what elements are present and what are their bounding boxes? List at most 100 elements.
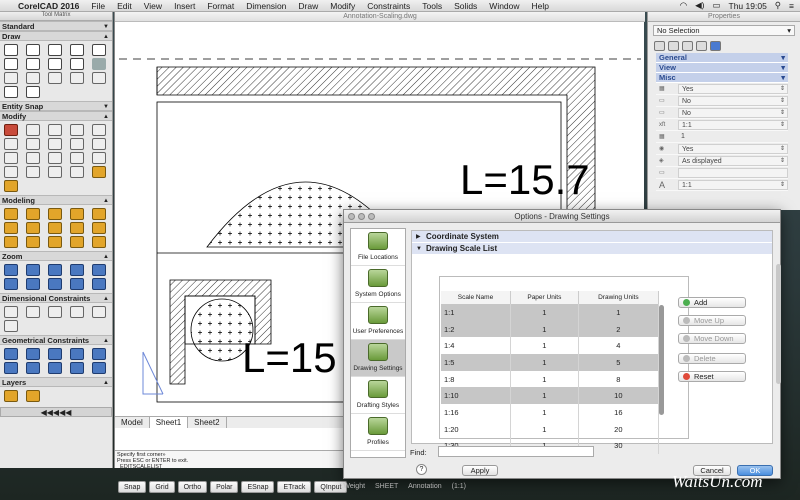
zoom-window-icon[interactable] bbox=[48, 264, 62, 276]
table-tool-icon[interactable] bbox=[70, 72, 84, 84]
annotation-scale[interactable]: (1:1) bbox=[452, 483, 466, 490]
zoom-center-icon[interactable] bbox=[48, 278, 62, 290]
linear-constraint-icon[interactable] bbox=[4, 306, 18, 318]
section-drawing-scale-list[interactable]: ▼ Drawing Scale List bbox=[412, 243, 772, 255]
region-tool-icon[interactable] bbox=[4, 86, 18, 98]
text-tool-icon[interactable] bbox=[4, 72, 18, 84]
selection-dropdown[interactable]: No Selection bbox=[653, 25, 795, 36]
lengthen-icon[interactable] bbox=[92, 138, 106, 150]
section-dimensional-constraints[interactable]: Dimensional Constraints ▲ bbox=[0, 293, 112, 303]
menu-help[interactable]: Help bbox=[526, 1, 555, 11]
category-file-locations[interactable]: File Locations bbox=[351, 229, 405, 266]
help-button[interactable]: ? bbox=[416, 464, 427, 475]
app-menu[interactable]: CorelCAD 2016 bbox=[12, 1, 85, 11]
symmetric-icon[interactable] bbox=[92, 362, 106, 374]
snap-toggle[interactable]: Snap bbox=[118, 481, 147, 493]
apply-button[interactable]: Apply bbox=[462, 465, 498, 476]
tab-model[interactable]: Model bbox=[115, 417, 150, 428]
property-value[interactable] bbox=[678, 167, 788, 178]
arc-tool-icon[interactable] bbox=[92, 44, 106, 56]
table-row[interactable]: 1:16 1 16 bbox=[441, 404, 660, 421]
collinear-icon[interactable] bbox=[26, 348, 40, 360]
parallel-icon[interactable] bbox=[92, 348, 106, 360]
property-value[interactable]: 1:1 bbox=[678, 179, 788, 190]
filter-icon[interactable] bbox=[696, 41, 707, 51]
cylinder-icon[interactable] bbox=[48, 208, 62, 220]
group-view[interactable]: View bbox=[656, 63, 788, 73]
menu-dimension[interactable]: Dimension bbox=[240, 1, 292, 11]
category-drafting-styles[interactable]: Drafting Styles bbox=[351, 377, 405, 414]
spline-tool-icon[interactable] bbox=[48, 58, 62, 70]
layers-icon[interactable] bbox=[4, 390, 18, 402]
torus-icon[interactable] bbox=[92, 208, 106, 220]
fillet-icon[interactable] bbox=[4, 166, 18, 178]
select-entities-icon[interactable] bbox=[654, 41, 665, 51]
menu-constraints[interactable]: Constraints bbox=[361, 1, 416, 11]
property-value[interactable]: 1:1 bbox=[678, 119, 788, 130]
mtext-tool-icon[interactable] bbox=[26, 72, 40, 84]
union-icon[interactable] bbox=[4, 236, 18, 248]
mirror-icon[interactable] bbox=[48, 124, 62, 136]
category-user-preferences[interactable]: User Preferences bbox=[351, 303, 405, 340]
esnap-toggle[interactable]: ESnap bbox=[241, 481, 275, 493]
wifi-icon[interactable]: ◠ bbox=[680, 0, 687, 11]
zoom-dynamic-icon[interactable] bbox=[92, 278, 106, 290]
category-profiles[interactable]: Profiles bbox=[351, 414, 405, 451]
polyline-tool-icon[interactable] bbox=[26, 58, 40, 70]
table-row[interactable]: 1:5 1 5 bbox=[441, 354, 660, 371]
property-value[interactable]: Yes bbox=[678, 83, 788, 94]
sheet-toggle[interactable]: SHEET bbox=[375, 483, 398, 490]
toggle-pickadd-icon[interactable] bbox=[682, 41, 693, 51]
extend-icon[interactable] bbox=[26, 152, 40, 164]
revolve-icon[interactable] bbox=[70, 222, 84, 234]
section-draw[interactable]: Draw ▲ bbox=[0, 31, 112, 41]
property-value[interactable]: As displayed bbox=[678, 155, 788, 166]
annotation-toggle[interactable]: Annotation bbox=[408, 483, 441, 490]
more-tools-button[interactable]: ◀◀◀◀◀ bbox=[0, 407, 112, 417]
find-input[interactable] bbox=[438, 446, 594, 457]
move-down-button[interactable]: Move Down bbox=[678, 333, 746, 344]
aligned-constraint-icon[interactable] bbox=[70, 306, 84, 318]
zoom-object-icon[interactable] bbox=[70, 278, 84, 290]
fix-icon[interactable] bbox=[70, 348, 84, 360]
match-icon[interactable] bbox=[4, 180, 18, 192]
help-icon[interactable] bbox=[710, 41, 721, 51]
clock[interactable]: Thu 19:05 bbox=[729, 1, 767, 11]
cone-icon[interactable] bbox=[26, 208, 40, 220]
stretch-icon[interactable] bbox=[70, 138, 84, 150]
vertical-icon[interactable] bbox=[48, 362, 62, 374]
group-general[interactable]: General bbox=[656, 53, 788, 63]
perpendicular-icon[interactable] bbox=[4, 362, 18, 374]
polar-toggle[interactable]: Polar bbox=[210, 481, 239, 493]
copy-icon[interactable] bbox=[26, 124, 40, 136]
category-system-options[interactable]: System Options bbox=[351, 266, 405, 303]
break-icon[interactable] bbox=[48, 152, 62, 164]
grid-toggle[interactable]: Grid bbox=[149, 481, 175, 493]
panel-scrollbar[interactable] bbox=[776, 264, 781, 384]
zoom-all-icon[interactable] bbox=[70, 264, 84, 276]
ortho-toggle[interactable]: Ortho bbox=[177, 481, 208, 493]
tangent-icon[interactable] bbox=[70, 362, 84, 374]
column-header[interactable]: Paper Units bbox=[510, 291, 579, 304]
image-tool-icon[interactable] bbox=[48, 72, 62, 84]
line-tool-icon[interactable] bbox=[4, 44, 18, 56]
hatch-tool-icon[interactable] bbox=[92, 58, 106, 70]
zoom-scale-icon[interactable] bbox=[26, 278, 40, 290]
ellipse-tool-icon[interactable] bbox=[4, 58, 18, 70]
command-window[interactable]: Specify first corner» Press ESC or ENTER… bbox=[115, 450, 345, 470]
angular-constraint-icon[interactable] bbox=[92, 306, 106, 318]
menu-file[interactable]: File bbox=[85, 1, 111, 11]
menu-edit[interactable]: Edit bbox=[111, 1, 138, 11]
tab-sheet2[interactable]: Sheet2 bbox=[188, 417, 227, 428]
section-standard[interactable]: Standard ▼ bbox=[0, 21, 112, 31]
property-value[interactable]: Yes bbox=[678, 143, 788, 154]
zoom-in-icon[interactable] bbox=[4, 264, 18, 276]
section-coordinate-system[interactable]: ▶ Coordinate System bbox=[412, 231, 772, 243]
offset-icon[interactable] bbox=[70, 124, 84, 136]
coincident-icon[interactable] bbox=[4, 348, 18, 360]
pyramid-icon[interactable] bbox=[26, 222, 40, 234]
tab-sheet1[interactable]: Sheet1 bbox=[149, 417, 189, 428]
menu-modify[interactable]: Modify bbox=[324, 1, 361, 11]
etrack-toggle[interactable]: ETrack bbox=[277, 481, 312, 493]
concentric-icon[interactable] bbox=[48, 348, 62, 360]
